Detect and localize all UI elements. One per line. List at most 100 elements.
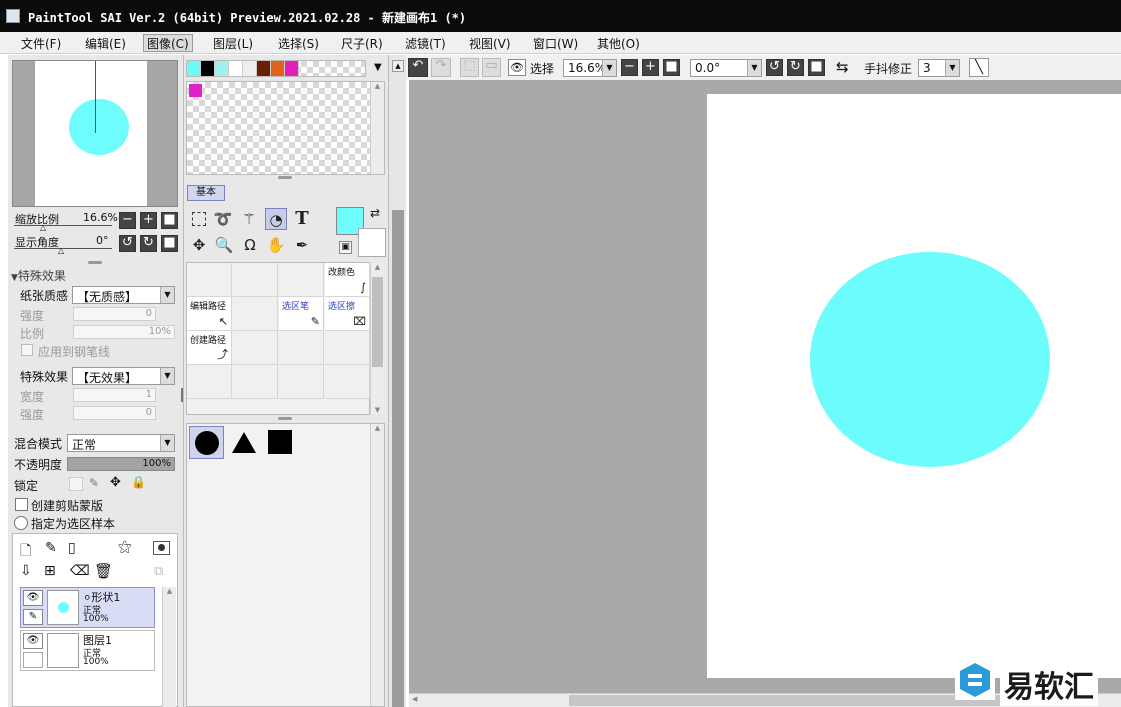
lasso-icon[interactable]: ➰	[212, 208, 234, 230]
angle-select[interactable]: 0.0° ▼	[690, 59, 762, 77]
zoom-reset-button[interactable]: ■	[161, 212, 178, 229]
swatch-menu-chevron-icon[interactable]: ▼	[374, 62, 382, 73]
rotate-left-button[interactable]: ↺	[119, 235, 136, 252]
angle-slider-handle[interactable]: △	[58, 246, 64, 255]
color-swatch[interactable]	[271, 61, 285, 76]
color-swatch[interactable]	[243, 61, 257, 76]
menu-image[interactable]: 图像(C)	[143, 34, 193, 52]
width-field[interactable]: 1	[73, 388, 156, 402]
tool-cell[interactable]: 改颜色 ∫	[325, 263, 370, 297]
menu-view[interactable]: 视图(V)	[465, 34, 515, 52]
rotate-reset-button[interactable]: ■	[161, 235, 178, 252]
deselect-icon[interactable]: ⬚	[460, 58, 479, 77]
copy-layer-icon[interactable]: ⧉	[154, 564, 163, 579]
magic-wand-icon[interactable]: ⚚	[238, 208, 260, 230]
stabilizer-select[interactable]: 3 ▼	[918, 59, 960, 77]
tool-cell[interactable]: 创建路径 ⤴	[187, 331, 232, 365]
toolbar-rotate-right-button[interactable]: ↻	[787, 59, 804, 76]
new-layer-icon[interactable]: 🗋	[20, 540, 31, 564]
zoom-slider[interactable]	[14, 225, 112, 226]
splitter-grip[interactable]	[278, 417, 292, 420]
strength-field[interactable]: 0	[73, 307, 156, 321]
selection-sample-radio[interactable]	[14, 516, 28, 530]
scroll-thumb[interactable]	[372, 277, 383, 367]
menu-filter[interactable]: 滤镜(T)	[401, 34, 450, 52]
cyan-ellipse-shape[interactable]	[810, 252, 1050, 467]
sub-color-swatch[interactable]	[358, 228, 386, 257]
zoom-icon[interactable]: 🔍	[213, 234, 235, 256]
redo-icon[interactable]: ↷	[431, 58, 451, 77]
palette-scrollbar[interactable]: ▲	[370, 82, 384, 174]
menu-ruler[interactable]: 尺子(R)	[337, 34, 387, 52]
layer-effect-icon[interactable]: ⚝	[118, 539, 132, 555]
layer-scrollbar[interactable]: ▲	[162, 587, 176, 707]
splitter-thumb[interactable]	[392, 210, 404, 707]
zoom-in-button[interactable]: +	[140, 212, 157, 229]
edit-lock-icon[interactable]	[23, 652, 43, 668]
canvas-paper[interactable]	[707, 94, 1121, 678]
color-swatch[interactable]	[285, 61, 299, 76]
new-vector-layer-icon[interactable]: ✎	[45, 540, 57, 556]
rect-select-icon[interactable]	[188, 208, 210, 230]
color-swatch[interactable]	[187, 61, 201, 76]
swap-colors-icon[interactable]: ⇄	[370, 206, 380, 220]
menu-select[interactable]: 选择(S)	[274, 34, 323, 52]
scale-field[interactable]: 10%	[73, 325, 175, 339]
menu-file[interactable]: 文件(F)	[17, 34, 65, 52]
menu-other[interactable]: 其他(O)	[593, 34, 644, 52]
tool-grid-scrollbar[interactable]: ▲ ▼	[370, 263, 384, 414]
delete-layer-icon[interactable]: 🗑	[94, 562, 113, 580]
transfer-layer-icon[interactable]: ⊞	[44, 563, 56, 579]
toolbar-zoom-in-button[interactable]: +	[642, 59, 659, 76]
color-swatch[interactable]	[257, 61, 271, 76]
square-shape-button[interactable]	[262, 426, 297, 459]
show-selection-eye-icon[interactable]: 👁	[508, 59, 526, 76]
rotate-icon[interactable]: Ω	[239, 234, 261, 256]
effects-header[interactable]: ▼特殊效果	[11, 267, 66, 284]
undo-icon[interactable]: ↶	[408, 58, 428, 77]
menu-layer[interactable]: 图层(L)	[209, 34, 257, 52]
flip-horizontal-icon[interactable]: ⇆	[836, 58, 849, 76]
color-swatch[interactable]	[201, 61, 215, 76]
circle-shape-button[interactable]	[189, 426, 224, 459]
color-swatch[interactable]	[229, 61, 243, 76]
clip-mask-checkbox[interactable]	[15, 498, 28, 511]
layer-item-base[interactable]: 👁 图层1 正常 100%	[20, 630, 155, 671]
move-icon[interactable]: ✥	[188, 234, 210, 256]
toolbar-zoom-out-button[interactable]: −	[621, 59, 638, 76]
text-tool-icon[interactable]: T	[291, 208, 313, 230]
color-swatch[interactable]	[215, 61, 229, 76]
effect-select[interactable]: 【无效果】 ▼	[72, 367, 175, 385]
menu-window[interactable]: 窗口(W)	[529, 34, 582, 52]
invert-select-icon[interactable]: ▭	[482, 58, 501, 77]
layer-mask-icon[interactable]	[153, 541, 170, 555]
merge-down-icon[interactable]: ⇩	[20, 563, 32, 579]
opacity-slider[interactable]: 100%	[67, 457, 175, 471]
new-folder-icon[interactable]: ▯	[68, 540, 76, 556]
navigator-preview[interactable]	[12, 60, 178, 207]
hand-icon[interactable]: ✋	[265, 234, 287, 256]
menu-edit[interactable]: 编辑(E)	[81, 34, 130, 52]
paper-texture-select[interactable]: 【无质感】 ▼	[72, 286, 175, 304]
lock-all-icon[interactable]: 🔒	[131, 475, 146, 489]
tab-basic[interactable]: 基本	[187, 185, 225, 201]
toolbar-zoom-reset-button[interactable]: ■	[663, 59, 680, 76]
custom-palette[interactable]	[186, 81, 385, 175]
splitter-up-arrow-icon[interactable]: ▲	[392, 60, 404, 72]
transparent-color-icon[interactable]: ▣	[339, 241, 352, 254]
zoom-slider-handle[interactable]: △	[40, 223, 46, 232]
blend-mode-select[interactable]: 正常 ▼	[67, 434, 175, 452]
tool-cell[interactable]: 选区笔 ✎	[279, 297, 324, 331]
visibility-eye-icon[interactable]: 👁	[23, 590, 43, 606]
toolbar-rotate-left-button[interactable]: ↺	[766, 59, 783, 76]
lock-transparency-icon[interactable]	[69, 477, 83, 491]
strength2-field[interactable]: 0	[73, 406, 156, 420]
zoom-out-button[interactable]: −	[119, 212, 136, 229]
custom-swatch[interactable]	[189, 84, 202, 97]
clear-layer-icon[interactable]: ⌫	[70, 563, 90, 579]
toolbar-rotate-reset-button[interactable]: ■	[808, 59, 825, 76]
lock-paint-icon[interactable]: ✎	[89, 476, 99, 490]
splitter-grip[interactable]	[278, 176, 292, 179]
tool-cell[interactable]: 编辑路径 ↖	[187, 297, 232, 331]
apply-lines-checkbox[interactable]	[21, 344, 33, 356]
